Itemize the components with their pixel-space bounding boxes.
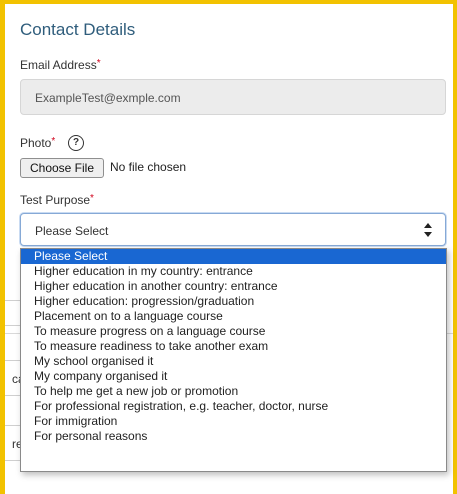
dropdown-option[interactable]: For personal reasons (21, 429, 446, 444)
dropdown-option[interactable]: My school organised it (21, 354, 446, 369)
email-field[interactable]: ExampleTest@exmple.com (20, 79, 446, 115)
dropdown-option[interactable]: Higher education in my country: entrance (21, 264, 446, 279)
dropdown-option[interactable]: Please Select (21, 249, 446, 264)
dropdown-option[interactable]: Higher education in another country: ent… (21, 279, 446, 294)
dropdown-option[interactable]: For immigration (21, 414, 446, 429)
email-label: Email Address* (20, 58, 101, 72)
select-value: Please Select (35, 224, 109, 238)
email-value: ExampleTest@exmple.com (35, 91, 181, 105)
dropdown-option[interactable]: Placement on to a language course (21, 309, 446, 324)
section-title: Contact Details (20, 20, 136, 39)
required-mark: * (96, 58, 101, 69)
help-circle-icon[interactable]: ? (68, 135, 84, 151)
photo-label: Photo* (20, 136, 56, 150)
required-mark: * (51, 136, 56, 147)
dropdown-option[interactable]: For professional registration, e.g. teac… (21, 399, 446, 414)
select-arrows-icon (424, 223, 432, 237)
test-purpose-dropdown-list[interactable]: Please Select Higher education in my coun… (20, 248, 447, 472)
file-status: No file chosen (110, 160, 187, 174)
required-mark: * (90, 193, 94, 204)
test-purpose-label: Test Purpose* (20, 193, 94, 207)
dropdown-option[interactable]: To measure progress on a language course (21, 324, 446, 339)
dropdown-option[interactable]: To measure readiness to take another exa… (21, 339, 446, 354)
dropdown-option[interactable]: My company organised it (21, 369, 446, 384)
choose-file-button[interactable]: Choose File (20, 158, 104, 178)
dropdown-option[interactable]: Higher education: progression/graduation (21, 294, 446, 309)
test-purpose-select[interactable]: Please Select (20, 213, 446, 246)
dropdown-option[interactable]: To help me get a new job or promotion (21, 384, 446, 399)
